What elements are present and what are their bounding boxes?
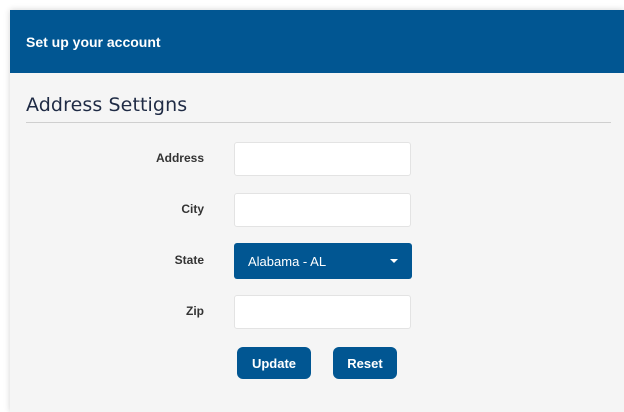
account-setup-panel: Set up your account Address Settigns Add… [10, 10, 624, 412]
caret-down-icon [390, 259, 398, 263]
state-select[interactable]: Alabama - AL [234, 243, 412, 279]
city-label: City [181, 202, 204, 216]
panel-header: Set up your account [10, 10, 624, 73]
section-divider [26, 122, 611, 123]
update-button[interactable]: Update [237, 347, 311, 379]
zip-input[interactable] [234, 295, 411, 329]
address-input[interactable] [234, 142, 411, 176]
section-title: Address Settigns [26, 94, 188, 116]
address-label: Address [155, 151, 204, 165]
state-select-value: Alabama - AL [248, 253, 327, 269]
city-input[interactable] [234, 193, 411, 227]
reset-button[interactable]: Reset [333, 347, 397, 379]
state-label: State [174, 253, 204, 267]
header-title: Set up your account [26, 33, 161, 50]
zip-label: Zip [186, 304, 204, 318]
